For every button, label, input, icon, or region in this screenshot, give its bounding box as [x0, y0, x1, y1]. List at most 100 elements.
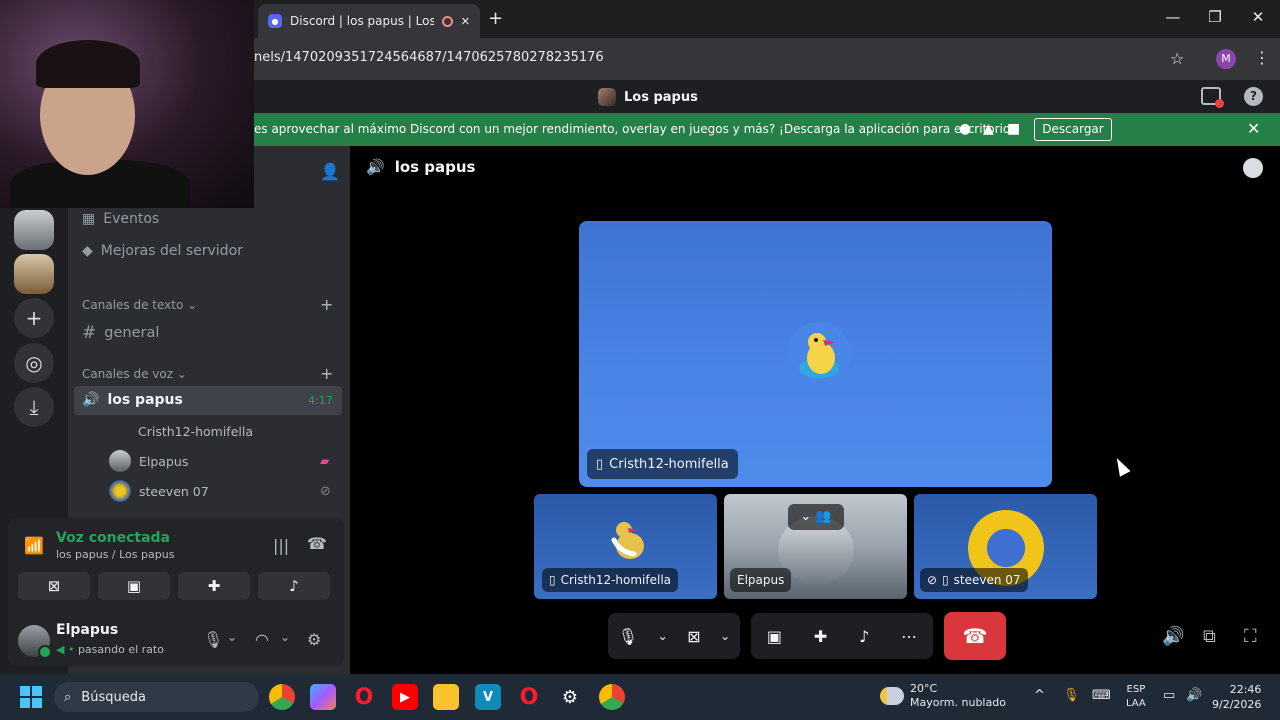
system-clock[interactable]: 22:46 9/2/2026 — [1212, 682, 1261, 712]
browser-menu-icon[interactable]: ⋮ — [1254, 48, 1270, 67]
voice-location[interactable]: los papus / Los papus — [56, 548, 174, 561]
participant-name: Cristh12-homifella — [609, 456, 729, 472]
close-tab-icon[interactable]: ✕ — [461, 15, 470, 28]
taskbar-search[interactable]: ⌕ Búsqueda — [54, 682, 259, 712]
add-text-channel-icon[interactable]: + — [320, 295, 333, 314]
soundboard-icon[interactable]: ♪ — [859, 627, 869, 646]
server-avatar — [598, 88, 616, 106]
windows-start-icon[interactable] — [20, 686, 42, 708]
activities-icon[interactable]: ✚ — [814, 627, 827, 646]
chevron-down-icon: ⌄ — [176, 367, 187, 381]
signal-strength-icon[interactable]: 📶 — [24, 536, 44, 555]
inbox-icon[interactable] — [1201, 87, 1224, 108]
volume-icon[interactable]: 🔊 — [1186, 688, 1202, 703]
server-boosts-label: Mejoras del servidor — [100, 243, 243, 259]
chevron-down-icon[interactable]: ⌄ — [720, 629, 730, 643]
disconnect-call-button[interactable]: ☎ — [944, 612, 1006, 660]
close-notice-icon[interactable]: ✕ — [1247, 119, 1260, 138]
download-apps-icon[interactable]: ⤓ — [14, 387, 54, 427]
screen-share-icon[interactable]: ▣ — [767, 627, 782, 646]
explore-compass-icon[interactable]: ◎ — [14, 343, 54, 383]
video-tile[interactable]: ⊘ ▯ steeven 07 — [914, 494, 1097, 599]
voice-status[interactable]: Voz conectada — [56, 530, 170, 546]
server-boosts-item[interactable]: ◆ Mejoras del servidor — [82, 243, 243, 259]
profile-avatar[interactable]: M — [1216, 49, 1236, 69]
download-button[interactable]: Descargar — [1034, 118, 1112, 141]
avatar — [787, 322, 851, 386]
browser-tab[interactable]: ● Discord | los papus | Los papus ✕ — [258, 4, 480, 38]
file-explorer-icon[interactable] — [433, 684, 459, 710]
headphones-icon[interactable]: ◠ — [255, 630, 269, 649]
text-channels-category[interactable]: Canales de texto ⌄ — [82, 298, 197, 312]
video-tile[interactable]: ▯ Cristh12-homifella — [534, 494, 717, 599]
mobile-icon: ▯ — [549, 573, 556, 587]
volume-icon[interactable]: 🔊 — [1162, 626, 1184, 647]
language-indicator[interactable]: ESP LAA — [1126, 683, 1146, 711]
fullscreen-icon[interactable]: ⛶ — [1244, 626, 1257, 647]
activities-button[interactable]: ✚ — [178, 572, 250, 600]
weather-widget[interactable]: 20°C Mayorm. nublado — [880, 682, 1006, 710]
voice-member[interactable]: Cristh12-homifella — [138, 424, 253, 439]
events-label: Eventos — [103, 211, 160, 227]
disconnect-icon[interactable]: ☎ — [307, 534, 327, 553]
chevron-up-icon[interactable]: ^ — [1034, 688, 1045, 703]
chevron-down-icon[interactable]: ⌄ — [658, 629, 668, 643]
events-item[interactable]: ▦ Eventos — [82, 211, 159, 227]
camera-off-icon[interactable]: ⊠ — [687, 627, 700, 646]
keyboard-icon[interactable]: ⌨ — [1092, 688, 1111, 703]
invite-people-icon[interactable]: 👤 — [320, 162, 340, 181]
add-server-icon[interactable]: + — [14, 298, 54, 338]
server-icon-1[interactable] — [14, 210, 54, 250]
user-status: ◀ • pasando el rato — [56, 643, 164, 656]
noise-suppression-icon[interactable]: ||| — [273, 536, 289, 555]
restore-window-button[interactable]: ❐ — [1200, 8, 1230, 26]
deafened-icon: ⊘ — [927, 573, 938, 587]
close-window-button[interactable]: ✕ — [1243, 8, 1273, 26]
user-name[interactable]: Elpapus — [56, 622, 118, 638]
chevron-down-icon: ⌄ — [800, 509, 812, 524]
toggle-camera-button[interactable]: ⊠ — [18, 572, 90, 600]
minimize-window-button[interactable]: — — [1158, 8, 1188, 26]
chevron-down-icon[interactable]: ⌄ — [280, 630, 290, 644]
vegas-app-icon[interactable]: V — [475, 684, 501, 710]
more-options-icon[interactable]: ⋯ — [901, 627, 917, 646]
deafened-icon: ⊘ — [320, 484, 331, 499]
tab-title: Discord | los papus | Los papus — [290, 14, 434, 28]
focus-toggle-button[interactable]: ⌄ 👥 — [788, 504, 844, 530]
video-tile[interactable]: ⌄ 👥 Elpapus — [724, 494, 907, 599]
voice-member[interactable]: steeven 07 — [109, 480, 209, 502]
status-text: pasando el rato — [77, 643, 164, 656]
weather-text: 20°C Mayorm. nublado — [910, 682, 1006, 710]
chevron-down-icon[interactable]: ⌄ — [227, 630, 237, 644]
copilot-app-icon[interactable] — [310, 684, 336, 710]
microphone-icon[interactable]: 🎙 — [618, 627, 638, 646]
speaker-icon: 🔊 — [82, 392, 100, 408]
chat-bubble-icon[interactable] — [1243, 158, 1263, 178]
voice-channel-row[interactable]: 🔊 los papus — [82, 392, 183, 408]
channel-general[interactable]: # general — [82, 323, 159, 343]
add-voice-channel-icon[interactable]: + — [320, 364, 333, 383]
help-icon[interactable]: ? — [1244, 87, 1263, 106]
voice-channels-category[interactable]: Canales de voz ⌄ — [82, 367, 187, 381]
opera-gx-app-icon[interactable]: O — [516, 684, 542, 710]
settings-app-icon[interactable]: ⚙ — [557, 684, 583, 710]
soundboard-button[interactable]: ♪ — [258, 572, 330, 600]
microphone-icon[interactable]: 🎙 — [203, 630, 223, 649]
share-screen-button[interactable]: ▣ — [98, 572, 170, 600]
microphone-in-use-icon[interactable]: 🎙 — [1063, 688, 1080, 703]
participant-tag: ▯ Cristh12-homifella — [587, 449, 738, 479]
opera-app-icon[interactable]: O — [351, 684, 377, 710]
youtube-app-icon[interactable]: ▶ — [392, 684, 418, 710]
gear-icon[interactable]: ⚙ — [307, 630, 321, 649]
chrome-profile-app-icon[interactable] — [599, 684, 625, 710]
popout-icon[interactable]: ⧉ — [1203, 626, 1216, 647]
network-icon[interactable]: ▭ — [1163, 688, 1175, 703]
voice-member[interactable]: Elpapus — [109, 450, 188, 472]
url-field[interactable]: nels/1470209351724564687/147062578027823… — [254, 50, 604, 65]
bookmark-star-icon[interactable]: ☆ — [1170, 49, 1184, 68]
new-tab-button[interactable]: + — [488, 8, 503, 29]
server-icon-2[interactable] — [14, 254, 54, 294]
participant-name: Cristh12-homifella — [560, 573, 672, 587]
chrome-app-icon[interactable] — [269, 684, 295, 710]
avatar[interactable] — [18, 625, 52, 659]
